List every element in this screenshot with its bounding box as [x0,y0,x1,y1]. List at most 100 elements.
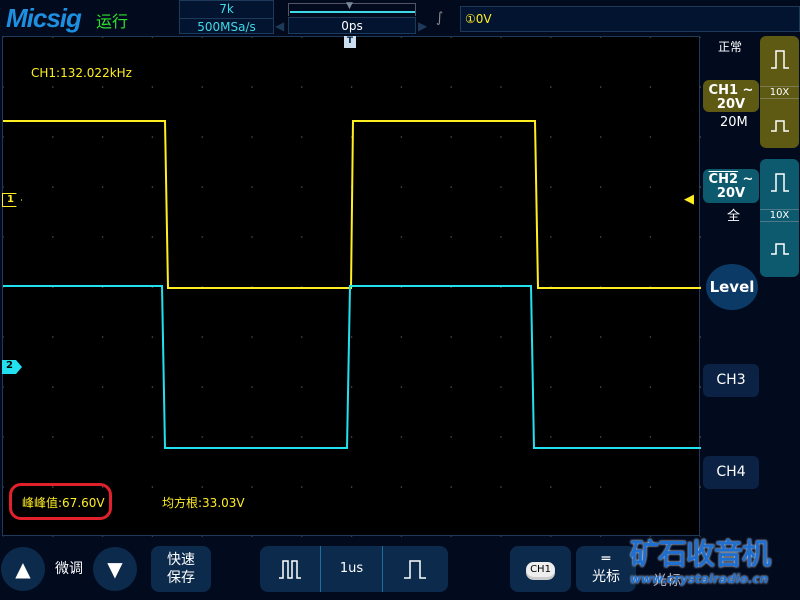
grid-dot [500,386,502,388]
grid-dot [400,186,403,188]
grid-dot [251,436,253,438]
watermark-url: www.crystalradio.cn [630,572,769,586]
grid-dot [101,86,104,88]
trigger-level[interactable]: ①0V [460,6,800,32]
acquisition-info[interactable]: 7k 500MSa/s [179,0,274,34]
trigger-level-knob[interactable]: Level [706,264,758,310]
frequency-readout: CH1:132.022kHz [31,66,132,80]
grid-dot [251,236,253,238]
grid-dot [500,186,502,188]
grid-dot [301,486,303,488]
grid-dot [201,386,203,388]
trigger-level-marker-icon[interactable]: ◀ [684,192,694,207]
ch1-button[interactable]: CH1 ~ 20V [703,80,759,112]
grid-dot [550,236,552,238]
grid-dot [151,386,154,388]
grid-dot [400,436,403,438]
fine-adjust-down-button[interactable]: ▼ [93,547,137,591]
waveform-canvas [2,36,701,538]
ch1-probe-ratio: 10X [760,86,799,99]
horizontal-delay[interactable]: 0ps [288,17,416,34]
grid-dot [400,36,403,38]
grid-dot [400,336,403,338]
grid-dot [52,186,54,188]
grid-dot [699,386,701,388]
grid-dot [599,536,602,538]
ch3-button[interactable]: CH3 [703,364,759,397]
grid-dot [599,386,602,388]
grid-dot [201,136,203,138]
timebase-value: 1us [321,546,383,592]
grid-dot [350,336,353,338]
ch1-scale-down-icon[interactable] [760,99,799,147]
ch4-button[interactable]: CH4 [703,456,759,489]
timebase-decrease-icon[interactable] [260,546,321,592]
grid-dot [649,486,652,488]
quick-save-button[interactable]: 快速 保存 [151,546,211,592]
grid-dot [350,86,353,88]
ch1-probe-panel[interactable]: 10X [760,36,799,148]
delay-left-arrow-icon[interactable]: ◀ [275,19,284,33]
rising-edge-trigger-icon[interactable]: ∫ [436,10,443,26]
ch2-scale: 20V [716,186,746,201]
grid-dot [599,136,602,138]
measurement-rms[interactable]: 均方根:33.03V [162,494,245,511]
watermark-title: 矿石收音机 [630,537,771,571]
ch1-scale-up-icon[interactable] [760,36,799,84]
grid-dot [2,136,4,138]
waveform-display[interactable] [2,36,701,538]
ch2-trace [3,285,701,449]
delay-right-arrow-icon[interactable]: ▶ [418,19,427,33]
grid-dot [500,486,502,488]
grid-dot [699,436,701,438]
grid-dot [500,36,502,38]
memory-depth: 7k [219,2,234,16]
ch2-probe-panel[interactable]: 10X [760,159,799,277]
acquisition-mode[interactable]: 正常 [718,38,742,55]
grid-dot [400,386,403,388]
grid-dot [649,186,652,188]
ch2-bandwidth: 全 [727,209,741,224]
grid-dot [251,36,253,38]
grid-dot [599,186,602,188]
trigger-position-marker-icon: ▼ [346,1,353,11]
grid-dot [2,36,4,38]
grid-dot [400,136,403,138]
grid-dot [649,336,652,338]
grid-dot [450,186,453,188]
up-arrow-icon: ▲ [15,557,31,581]
grid-dot [550,436,552,438]
grid-dot [251,136,253,138]
grid-dot [2,186,4,188]
grid-dot [699,486,701,488]
grid-dot [101,186,104,188]
timebase-control[interactable]: 1us [260,546,448,592]
ch2-scale-up-icon[interactable] [760,159,799,207]
ch2-scale-down-icon[interactable] [760,222,799,270]
ch1-scale: 20V [716,97,746,112]
grid-dot [400,486,403,488]
timebase-increase-icon[interactable] [383,546,446,592]
trigger-time-marker[interactable]: T [344,36,356,48]
fine-adjust-up-button[interactable]: ▲ [1,547,45,591]
grid-dot [2,336,4,338]
grid-dot [151,486,154,488]
grid-dot [500,536,502,538]
cursor-label: 光标 [592,569,620,585]
grid-dot [400,536,403,538]
grid-dot [599,36,602,38]
grid-dot [500,86,502,88]
grid-dot [151,86,154,88]
run-state[interactable]: 运行 [96,8,128,32]
horizontal-position-bar[interactable] [290,11,415,13]
grid-dot [2,386,4,388]
sample-rate: 500MSa/s [180,18,273,35]
grid-dot [52,386,54,388]
cursor-channel-button[interactable]: CH1 [510,546,571,592]
grid-dot [649,136,652,138]
ch2-button[interactable]: CH2 ~ 20V [703,169,759,203]
grid-dot [101,386,104,388]
grid-dot [699,336,701,338]
fine-adjust-label: 微调 [55,561,83,577]
cursor-button[interactable]: ═ 光标 [576,546,636,592]
